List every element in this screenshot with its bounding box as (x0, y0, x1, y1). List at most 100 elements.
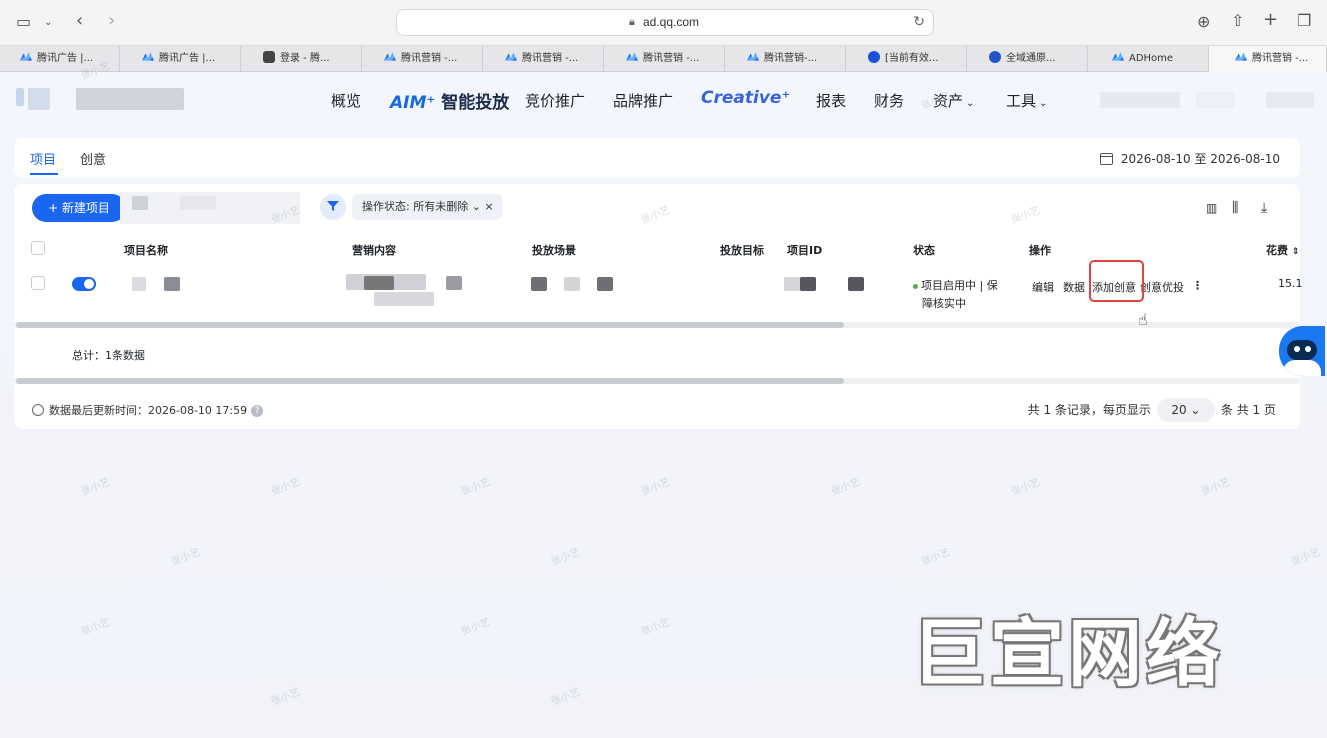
tencent-ads-icon (142, 52, 154, 61)
creative-optimize-link[interactable]: 创意优投 (1140, 279, 1184, 295)
more-icon[interactable]: ⋮ (1192, 279, 1203, 292)
watermark: 张小艺 (169, 547, 202, 568)
watermark: 张小艺 (79, 477, 112, 498)
download-icon[interactable]: ⤓ (1261, 200, 1267, 216)
chart-icon[interactable]: ▥ (1206, 201, 1217, 215)
blurred-placement (564, 277, 580, 291)
avatar-body (1283, 360, 1321, 376)
watermark: 张小艺 (549, 687, 582, 708)
calendar-icon (1099, 152, 1113, 165)
blurred-project-id (848, 277, 864, 291)
header-spend[interactable]: 花费 ⇕ (1266, 242, 1299, 258)
tencent-ads-icon (505, 52, 517, 61)
blurred-block (180, 196, 216, 210)
browser-tab-active[interactable]: 腾讯营销 -... (1209, 46, 1327, 72)
filter-icon[interactable] (320, 194, 346, 220)
project-table-panel: + 新建项目 操作状态: 所有未删除 ⌄ × ▥ ⫼ ⤓ 项目名称 营销内容 投… (14, 184, 1303, 429)
nav-creative[interactable]: Creative⁺ (701, 88, 790, 108)
blurred-placement (597, 277, 613, 291)
watermark: 张小艺 (1009, 477, 1042, 498)
tab-overview-icon[interactable]: ❐ (1297, 13, 1311, 29)
highlight-annotation (1089, 260, 1144, 302)
nav-finance[interactable]: 财务 (874, 90, 904, 111)
nav-assets[interactable]: 资产 ⌄ (933, 90, 974, 111)
last-updated: 数据最后更新时间：2026-08-10 17:59? (32, 402, 264, 418)
pagination: 共 1 条记录，每页显示 20 ⌄ 条 共 1 页 (1028, 398, 1276, 422)
new-project-button[interactable]: + 新建项目 (32, 194, 126, 222)
nav-reports[interactable]: 报表 (816, 90, 846, 111)
page-size-select[interactable]: 20 ⌄ (1156, 398, 1215, 422)
header-marketing-content[interactable]: 营销内容 (352, 242, 396, 258)
it-icon (868, 51, 880, 63)
status-text: 项目启用中 | 保 (913, 277, 998, 293)
forward-icon[interactable]: › (108, 12, 115, 30)
browser-tab[interactable]: 腾讯营销 -... (604, 46, 725, 72)
nav-bidding-promotion[interactable]: 竞价推广 (525, 90, 585, 111)
tab-project[interactable]: 项目 (30, 149, 56, 168)
tencent-ads-icon (20, 52, 32, 61)
table-footer: 数据最后更新时间：2026-08-10 17:59? 共 1 条记录，每页显示 2… (14, 390, 1300, 428)
top-navigation: 概览 AIM⁺ 智能投放 竞价推广 品牌推广 Creative⁺ 报表 财务 资… (0, 72, 1327, 128)
browser-tab[interactable]: 腾讯广告 |... (0, 46, 120, 72)
sub-tab-bar: 项目 创意 2026-08-10 至 2026-08-10 (14, 138, 1300, 178)
tab-strip: 腾讯广告 |... 腾讯广告 |... 登录 - 腾... 腾讯营销 -... … (0, 46, 1327, 72)
project-toggle[interactable] (72, 277, 96, 291)
nav-aim[interactable]: AIM⁺ 智能投放 (390, 88, 509, 113)
browser-tab[interactable]: ADHome (1088, 46, 1209, 72)
watermark: 张小艺 (919, 547, 952, 568)
aim-logo: AIM⁺ (390, 93, 436, 113)
header-placement[interactable]: 投放场景 (532, 242, 576, 258)
new-tab-icon[interactable]: + (1263, 11, 1278, 29)
nav-brand-promotion[interactable]: 品牌推广 (613, 90, 673, 111)
nav-tools[interactable]: 工具 ⌄ (1006, 90, 1047, 111)
pointer-cursor-icon: ☝ (1138, 310, 1148, 329)
browser-tab[interactable]: 全域通原... (967, 46, 1088, 72)
watermark: 张小艺 (459, 617, 492, 638)
horizontal-scrollbar[interactable] (14, 322, 1300, 328)
edit-link[interactable]: 编辑 (1032, 279, 1054, 295)
header-project-id[interactable]: 项目ID (787, 242, 822, 258)
browser-tab[interactable]: 腾讯广告 |... (120, 46, 241, 72)
browser-tab[interactable]: [当前有效... (846, 46, 967, 72)
user-info-blurred (1196, 92, 1234, 108)
select-all-checkbox[interactable] (31, 241, 45, 255)
customer-service-avatar[interactable] (1279, 326, 1325, 376)
blurred-marketing-content (374, 292, 434, 306)
scrollbar-thumb[interactable] (16, 322, 844, 328)
close-icon[interactable]: × (484, 200, 493, 213)
scrollbar-thumb[interactable] (16, 378, 844, 384)
header-goal[interactable]: 投放目标 (720, 242, 764, 258)
reload-icon[interactable]: ↻ (913, 14, 925, 30)
logo-blurred (16, 88, 24, 106)
data-link[interactable]: 数据 (1063, 279, 1085, 295)
browser-tab[interactable]: 腾讯营销-... (725, 46, 846, 72)
blurred-project-name (132, 277, 146, 291)
eye-icon (1305, 346, 1311, 352)
columns-icon[interactable]: ⫼ (1232, 200, 1238, 216)
blurred-block (132, 196, 148, 210)
blurred-placement (531, 277, 547, 291)
browser-tab[interactable]: 登录 - 腾... (241, 46, 362, 72)
horizontal-scrollbar[interactable] (14, 378, 1300, 384)
tencent-ads-icon (384, 52, 396, 61)
browser-tab[interactable]: 腾讯营销 -... (362, 46, 483, 72)
browser-tab[interactable]: 腾讯营销 -... (483, 46, 604, 72)
sort-icon: ⇕ (1291, 247, 1300, 257)
date-range-picker[interactable]: 2026-08-10 至 2026-08-10 (1099, 150, 1280, 167)
sidebar-toggle-icon[interactable]: ▭ (16, 14, 31, 30)
tab-creative[interactable]: 创意 (80, 149, 106, 168)
download-icon[interactable]: ⊕ (1197, 14, 1210, 30)
share-icon[interactable]: ⇧ (1231, 13, 1244, 29)
row-checkbox[interactable] (31, 276, 45, 290)
back-icon[interactable]: ‹ (76, 12, 83, 30)
status-filter-chip[interactable]: 操作状态: 所有未删除 ⌄ × (352, 194, 502, 220)
help-icon[interactable]: ? (251, 405, 264, 417)
chevron-down-icon[interactable]: ⌄ (44, 15, 52, 31)
url-text: ad.qq.com (643, 15, 700, 29)
tencent-ads-icon (1235, 52, 1247, 61)
address-bar[interactable]: 🔒︎ ad.qq.com ↻ (396, 9, 934, 36)
spend-value: 15.1 (1278, 277, 1303, 290)
nav-overview[interactable]: 概览 (331, 90, 361, 111)
header-project-name[interactable]: 项目名称 (124, 242, 168, 258)
chevron-down-icon: ⌄ (966, 98, 975, 109)
